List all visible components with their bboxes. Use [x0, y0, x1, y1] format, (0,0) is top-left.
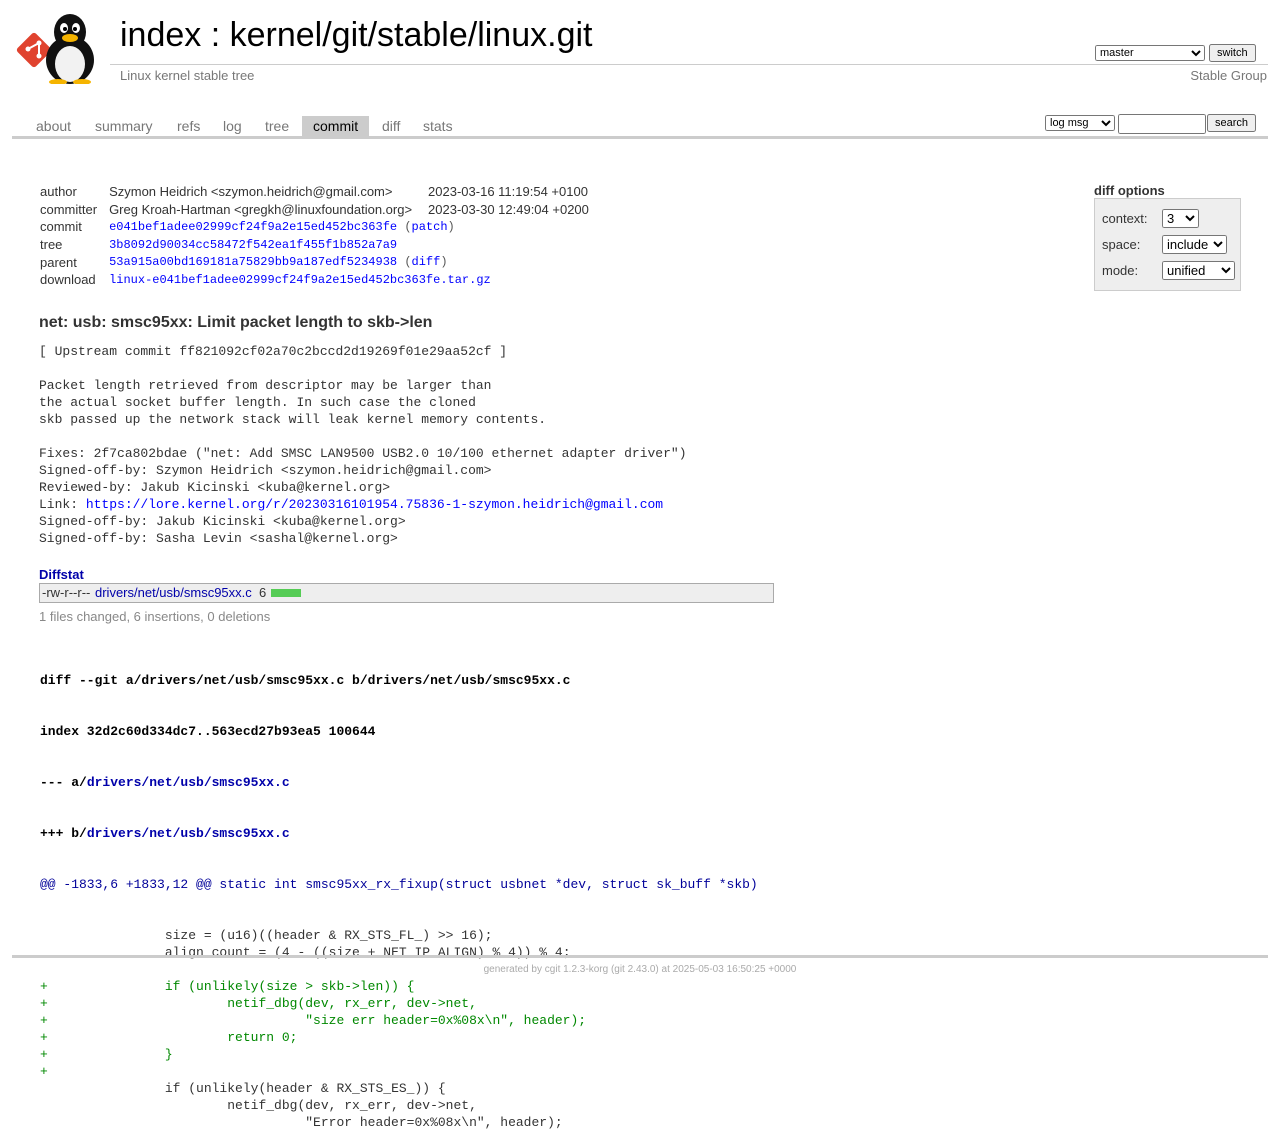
repo-description: Linux kernel stable tree: [120, 68, 255, 83]
lore-link[interactable]: https://lore.kernel.org/r/20230316101954…: [86, 497, 663, 512]
signed-off-line: Signed-off-by: Sasha Levin <sashal@kerne…: [39, 531, 398, 546]
committer-label: committer: [40, 201, 98, 217]
diffstat-insertions-bar: [271, 589, 301, 597]
diff-context-line: if (unlikely(header & RX_STS_ES_)) {: [40, 1081, 446, 1096]
diff-new-file-link[interactable]: drivers/net/usb/smsc95xx.c: [87, 826, 290, 841]
diffstat-table: -rw-r--r-- drivers/net/usb/smsc95xx.c 6: [39, 583, 774, 603]
tab-tree[interactable]: tree: [254, 116, 300, 136]
upstream-line: [ Upstream commit ff821092cf02a70c2bccd2…: [39, 344, 508, 359]
group-link[interactable]: Stable Group: [1190, 68, 1267, 83]
download-link[interactable]: linux-e041bef1adee02999cf24f9a2e15ed452b…: [109, 273, 491, 287]
tab-summary[interactable]: summary: [84, 116, 164, 136]
file-mode: -rw-r--r--: [42, 585, 91, 600]
diffstat-count: 6: [259, 585, 267, 600]
diffstat-summary: 1 files changed, 6 insertions, 0 deletio…: [39, 609, 271, 624]
diffstat-header-link[interactable]: Diffstat: [39, 567, 84, 582]
space-select[interactable]: include: [1162, 235, 1227, 254]
tab-about[interactable]: about: [25, 116, 82, 136]
link-prefix: Link:: [39, 497, 86, 512]
diffstat-file-link[interactable]: drivers/net/usb/smsc95xx.c: [95, 584, 252, 602]
message-paragraph: Packet length retrieved from descriptor …: [39, 378, 547, 427]
tab-refs[interactable]: refs: [166, 116, 211, 136]
committer-value: Greg Kroah-Hartman <gregkh@linuxfoundati…: [109, 201, 413, 217]
space-label: space:: [1102, 237, 1141, 252]
index-link[interactable]: index: [120, 16, 201, 54]
git-version: (git 2.43.0): [610, 964, 659, 975]
title-separator: :: [201, 16, 230, 54]
tab-log[interactable]: log: [212, 116, 253, 136]
search-button[interactable]: search: [1207, 114, 1257, 132]
diff-index-line: index 32d2c60d334dc7..563ecd27b93ea5 100…: [40, 724, 376, 739]
tab-stats[interactable]: stats: [412, 116, 464, 136]
cgit-logo[interactable]: [12, 12, 110, 85]
commit-label: commit: [40, 219, 82, 235]
author-value: Szymon Heidrich <szymon.heidrich@gmail.c…: [109, 184, 393, 200]
diff-options-title: diff options: [1094, 183, 1165, 198]
reviewed-by-line: Reviewed-by: Jakub Kicinski <kuba@kernel…: [39, 480, 391, 495]
commit-hash-link[interactable]: e041bef1adee02999cf24f9a2e15ed452bc363fe: [109, 220, 397, 234]
diff-plus-header: +++ b/drivers/net/usb/smsc95xx.c: [40, 825, 758, 842]
fixes-line: Fixes: 2f7ca802bdae ("net: Add SMSC LAN9…: [39, 446, 687, 461]
download-label: download: [40, 272, 96, 288]
footer-prefix: generated by: [483, 964, 545, 975]
parent-label: parent: [40, 254, 77, 270]
diff-options-panel: context: 3 space: include mode: unified: [1094, 198, 1241, 291]
diff-added-line: + return 0;: [40, 1030, 298, 1045]
tab-commit[interactable]: commit: [302, 116, 370, 136]
signed-off-line: Signed-off-by: Szymon Heidrich <szymon.h…: [39, 463, 492, 478]
commit-info-table: author Szymon Heidrich <szymon.heidrich@…: [36, 183, 593, 289]
footer-divider: [12, 955, 1268, 958]
committer-date: 2023-03-30 12:49:04 +0200: [428, 201, 589, 217]
context-label: context:: [1102, 211, 1148, 226]
branch-select[interactable]: master: [1095, 45, 1205, 61]
diff-context-line: netif_dbg(dev, rx_err, dev->net,: [40, 1098, 477, 1113]
author-date: 2023-03-16 11:19:54 +0100: [428, 184, 588, 200]
diff-hunk-header: @@ -1833,6 +1833,12 @@ static int smsc95…: [40, 877, 758, 892]
parent-hash-link[interactable]: 53a915a00bd169181a75829bb9a187edf5234938: [109, 255, 397, 269]
signed-off-line: Signed-off-by: Jakub Kicinski <kuba@kern…: [39, 514, 406, 529]
diff-context-line: "Error header=0x%08x\n", header);: [40, 1115, 563, 1130]
diff-minus-header: --- a/drivers/net/usb/smsc95xx.c: [40, 774, 758, 791]
diff-git-header: diff --git a/drivers/net/usb/smsc95xx.c …: [40, 673, 571, 688]
tree-hash-link[interactable]: 3b8092d90034cc58472f542ea1f455f1b852a7a9: [109, 238, 397, 252]
cgit-version-link[interactable]: cgit 1.2.3-korg: [545, 964, 608, 975]
search-type-select[interactable]: log msg: [1045, 115, 1115, 131]
diff-added-line: +: [40, 1064, 48, 1079]
mode-select[interactable]: unified: [1162, 261, 1235, 280]
commit-message: [ Upstream commit ff821092cf02a70c2bccd2…: [39, 343, 687, 547]
footer: generated by cgit 1.2.3-korg (git 2.43.0…: [0, 964, 1280, 975]
header-divider: [110, 64, 1268, 65]
diff-added-line: + }: [40, 1047, 173, 1062]
diff-added-line: + "size err header=0x%08x\n", header);: [40, 1013, 587, 1028]
diff-minus-prefix: --- a/: [40, 775, 87, 790]
tree-label: tree: [40, 237, 63, 253]
page-title: index : kernel/git/stable/linux.git: [120, 16, 593, 55]
footer-timestamp: at 2025-05-03 16:50:25 +0000: [658, 964, 797, 975]
search-input[interactable]: [1118, 114, 1206, 134]
diff-added-line: + netif_dbg(dev, rx_err, dev->net,: [40, 996, 477, 1011]
mode-label: mode:: [1102, 263, 1139, 278]
diff-old-file-link[interactable]: drivers/net/usb/smsc95xx.c: [87, 775, 290, 790]
context-select[interactable]: 3: [1162, 209, 1199, 228]
commit-subject: net: usb: smsc95xx: Limit packet length …: [39, 314, 433, 331]
patch-link[interactable]: patch: [412, 220, 448, 234]
diff-plus-prefix: +++ b/: [40, 826, 87, 841]
diff-added-line: + if (unlikely(size > skb->len)) {: [40, 979, 415, 994]
switch-button[interactable]: switch: [1209, 44, 1256, 62]
parent-diff-link[interactable]: diff: [412, 255, 441, 269]
author-label: author: [40, 184, 77, 200]
repo-link[interactable]: kernel/git/stable/linux.git: [230, 16, 593, 54]
tab-diff[interactable]: diff: [371, 116, 411, 136]
diff-context-line: size = (u16)((header & RX_STS_FL_) >> 16…: [40, 928, 493, 943]
diff-context-line: align_count = (4 - ((size + NET_IP_ALIGN…: [40, 945, 571, 960]
diff-view: diff --git a/drivers/net/usb/smsc95xx.c …: [40, 638, 758, 1148]
